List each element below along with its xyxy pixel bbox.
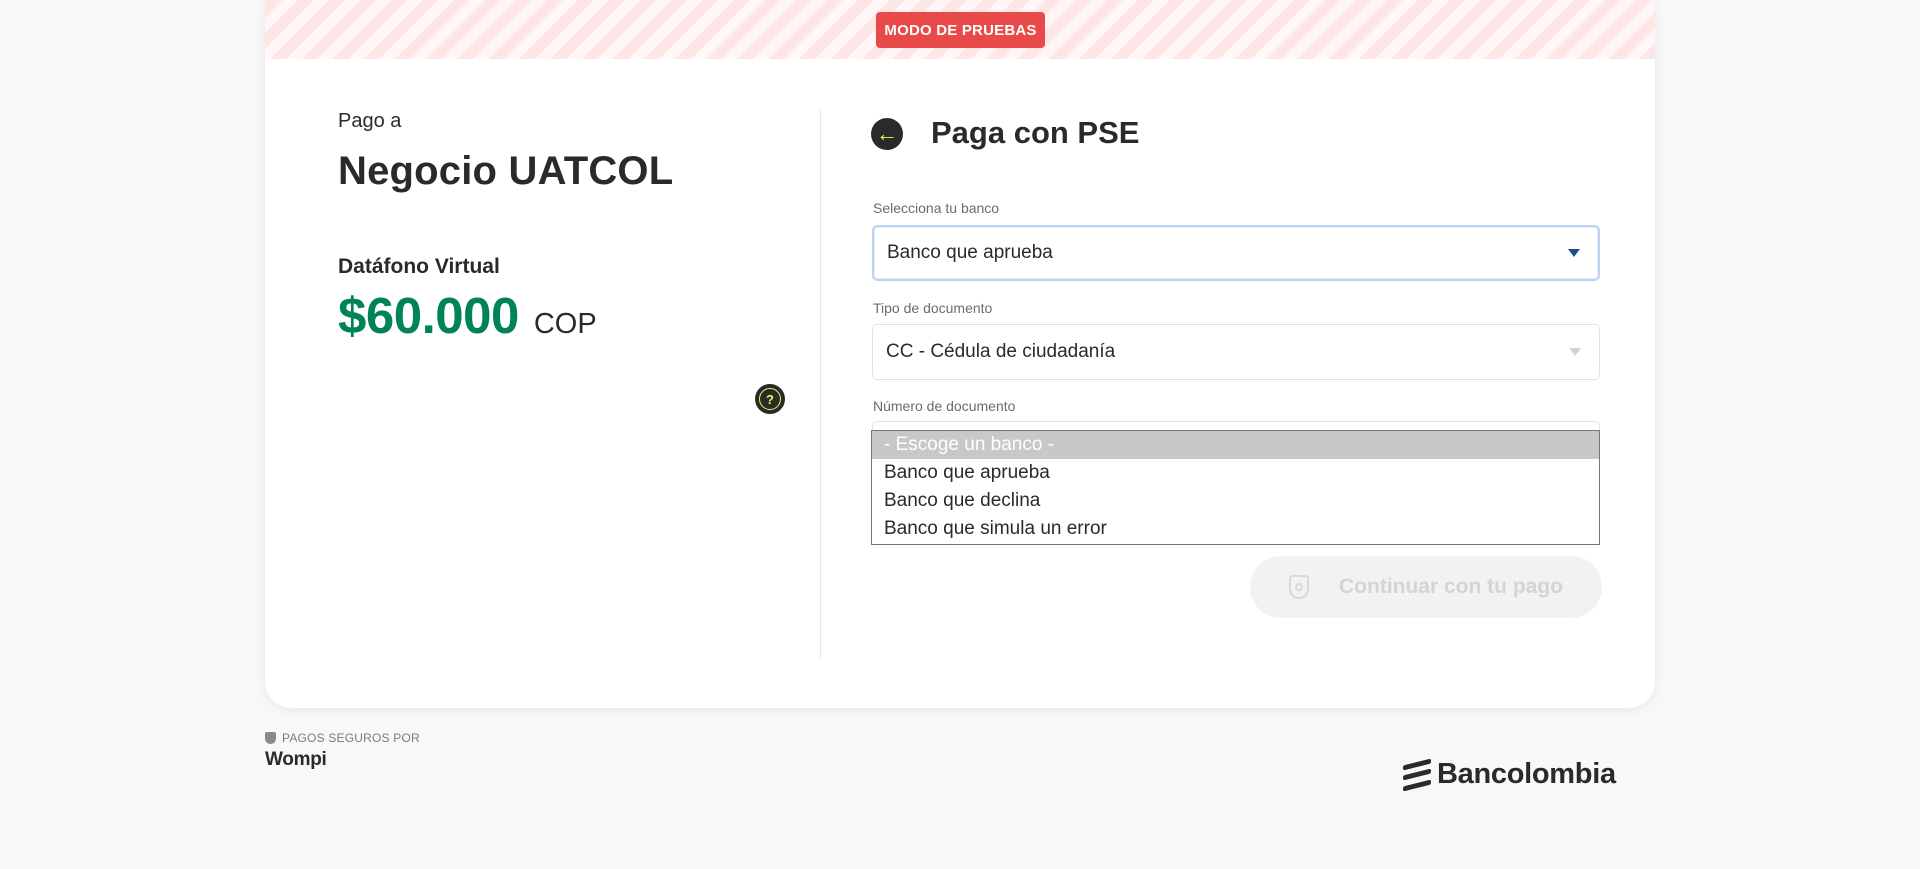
- checkout-card: MODO DE PRUEBAS Pago a Negocio UATCOL Da…: [265, 0, 1655, 708]
- merchant-name: Negocio UATCOL: [338, 149, 674, 193]
- product-name: Datáfono Virtual: [338, 255, 500, 278]
- back-arrow-icon[interactable]: ←: [871, 118, 903, 150]
- bank-option[interactable]: Banco que aprueba: [872, 459, 1599, 487]
- page-title: Paga con PSE: [931, 115, 1140, 150]
- doc-type-select-value: CC - Cédula de ciudadanía: [886, 341, 1116, 362]
- bank-field-label: Selecciona tu banco: [873, 200, 1000, 216]
- secure-payments-note: PAGOS SEGUROS POR: [265, 731, 420, 745]
- shield-icon: [1289, 575, 1309, 599]
- help-icon[interactable]: ?: [755, 384, 785, 414]
- bancolombia-mark-icon: [1403, 758, 1431, 791]
- test-mode-badge: MODO DE PRUEBAS: [876, 12, 1045, 48]
- wompi-logo: Wompi: [265, 749, 327, 770]
- bank-select-value: Banco que aprueba: [887, 242, 1053, 263]
- continue-button-label: Continuar con tu pago: [1339, 575, 1563, 598]
- question-mark-glyph: ?: [759, 388, 781, 410]
- amount-value: $60.000: [338, 287, 519, 344]
- currency-code: COP: [533, 308, 597, 340]
- test-mode-banner: MODO DE PRUEBAS: [265, 0, 1655, 59]
- bank-dropdown-list[interactable]: - Escoge un banco - Banco que aprueba Ba…: [871, 430, 1600, 545]
- bank-select[interactable]: Banco que aprueba: [872, 225, 1600, 281]
- bancolombia-logo: Bancolombia: [1403, 758, 1616, 791]
- bancolombia-wordmark: Bancolombia: [1437, 758, 1616, 790]
- doc-number-field-label: Número de documento: [873, 398, 1016, 414]
- bank-option[interactable]: Banco que declina: [872, 487, 1599, 515]
- doc-type-field-label: Tipo de documento: [873, 300, 993, 316]
- chevron-down-icon: [1568, 249, 1580, 257]
- continue-button[interactable]: Continuar con tu pago: [1250, 556, 1602, 618]
- amount-row: $60.000 COP: [338, 286, 597, 345]
- payment-summary: Pago a Negocio UATCOL: [338, 110, 758, 194]
- doc-type-select[interactable]: CC - Cédula de ciudadanía: [872, 324, 1600, 380]
- shield-check-icon: [265, 732, 276, 744]
- secure-payments-text: PAGOS SEGUROS POR: [282, 731, 420, 745]
- bank-option[interactable]: Banco que simula un error: [872, 515, 1599, 543]
- chevron-down-icon: [1569, 348, 1581, 356]
- pay-to-label: Pago a: [338, 110, 402, 132]
- bank-option[interactable]: - Escoge un banco -: [872, 431, 1599, 459]
- column-divider: [820, 110, 821, 658]
